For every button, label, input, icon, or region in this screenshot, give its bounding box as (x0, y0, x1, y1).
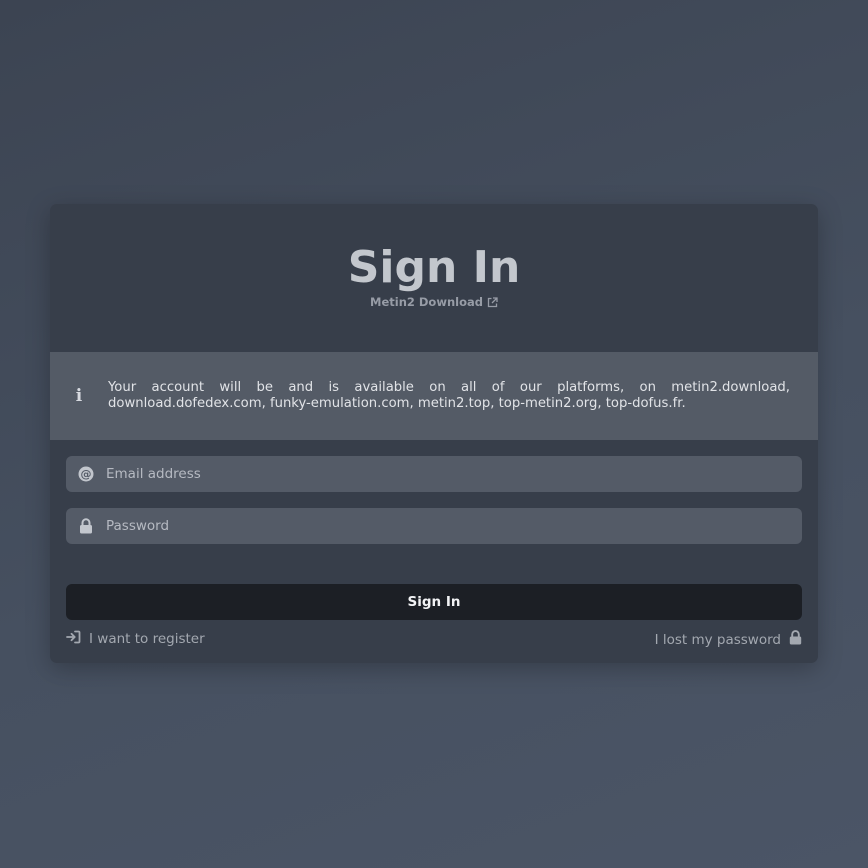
info-icon: i (75, 386, 83, 406)
sign-in-button[interactable]: Sign In (66, 584, 802, 620)
email-field[interactable]: @ (66, 456, 802, 492)
card-header: Sign In Metin2 Download (50, 204, 818, 352)
info-text: Your account will be and is available on… (108, 380, 790, 411)
external-link-icon (487, 296, 498, 308)
lock-icon (789, 630, 802, 649)
info-alert: i Your account will be and is available … (50, 352, 818, 440)
sign-in-icon (66, 630, 81, 648)
metin2-download-label: Metin2 Download (370, 295, 483, 309)
email-input[interactable] (106, 466, 786, 482)
lost-password-label: I lost my password (654, 631, 781, 648)
password-input[interactable] (106, 518, 786, 534)
register-label: I want to register (89, 631, 205, 647)
sign-in-card: Sign In Metin2 Download i Your account w… (50, 204, 818, 663)
metin2-download-link[interactable]: Metin2 Download (50, 295, 818, 309)
lost-password-link[interactable]: I lost my password (655, 630, 802, 649)
svg-text:@: @ (81, 468, 92, 481)
page-title: Sign In (347, 242, 521, 293)
at-sign-icon: @ (66, 466, 106, 482)
register-link[interactable]: I want to register (66, 630, 205, 648)
lock-icon (66, 518, 106, 534)
password-field[interactable] (66, 508, 802, 544)
